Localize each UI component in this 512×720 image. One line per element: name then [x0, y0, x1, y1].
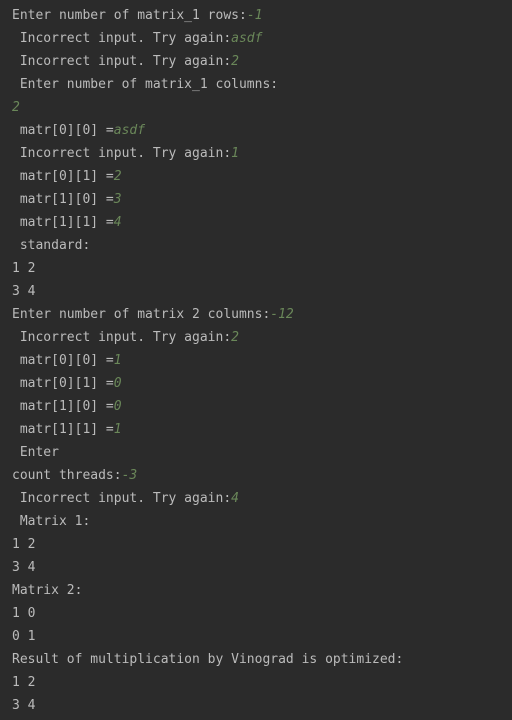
prompt-text: matr[0][0] = [12, 353, 114, 368]
prompt-text: Enter number of matrix_1 columns: [12, 77, 279, 92]
console-line: Incorrect input. Try again:1 [0, 142, 512, 165]
user-input-text: 3 [113, 192, 122, 207]
console-line: 3 4 [0, 694, 512, 717]
prompt-text: Incorrect input. Try again: [12, 491, 232, 506]
console-line: Result of multiplication by Vinograd is … [0, 648, 512, 671]
console-line: 3 4 [0, 556, 512, 579]
user-input-text: -1 [246, 8, 263, 23]
prompt-text: 1 0 [12, 606, 36, 621]
prompt-text: 1 2 [12, 675, 36, 690]
console-line: matr[1][1] =1 [0, 418, 512, 441]
console-line: Matrix 1: [0, 510, 512, 533]
console-line: Enter number of matrix 2 columns:-12 [0, 303, 512, 326]
console-line: matr[0][0] =asdf [0, 119, 512, 142]
prompt-text: Enter number of matrix_1 rows: [12, 8, 247, 23]
prompt-text: Incorrect input. Try again: [12, 330, 232, 345]
prompt-text: Matrix 1: [12, 514, 91, 529]
prompt-text: Enter number of matrix 2 columns: [12, 307, 271, 322]
console-line: matr[1][1] =4 [0, 211, 512, 234]
prompt-text: matr[1][0] = [12, 399, 114, 414]
console-line: count threads:-3 [0, 464, 512, 487]
prompt-text: 1 2 [12, 537, 36, 552]
console-line: matr[1][0] =3 [0, 188, 512, 211]
console-line: matr[0][1] =2 [0, 165, 512, 188]
prompt-text: Result of multiplication by Vinograd is … [12, 652, 404, 667]
prompt-text: Incorrect input. Try again: [12, 31, 232, 46]
user-input-text: 1 [113, 422, 122, 437]
prompt-text: matr[0][1] = [12, 376, 114, 391]
user-input-text: 4 [231, 491, 239, 506]
prompt-text: matr[0][0] = [12, 123, 114, 138]
prompt-text: Incorrect input. Try again: [12, 54, 232, 69]
prompt-text: Incorrect input. Try again: [12, 146, 232, 161]
user-input-text: 2 [113, 169, 122, 184]
prompt-text: Matrix 2: [12, 583, 83, 598]
user-input-text: 2 [231, 330, 239, 345]
console-line: 2 [0, 96, 512, 119]
prompt-text: 0 1 [12, 629, 36, 644]
console-line: Enter [0, 441, 512, 464]
prompt-text: count threads: [12, 468, 122, 483]
console-output[interactable]: Enter number of matrix_1 rows:-1 Incorre… [0, 0, 512, 720]
user-input-text: 1 [231, 146, 239, 161]
console-line: standard: [0, 234, 512, 257]
user-input-text: -3 [121, 468, 138, 483]
user-input-text: 0 [113, 399, 122, 414]
user-input-text: asdf [231, 31, 263, 46]
user-input-text: 4 [113, 215, 122, 230]
console-line: 0 1 [0, 625, 512, 648]
console-line: Matrix 2: [0, 579, 512, 602]
console-line: Incorrect input. Try again:2 [0, 326, 512, 349]
prompt-text: 1 2 [12, 261, 36, 276]
user-input-text: 2 [231, 54, 239, 69]
console-line: 1 2 [0, 257, 512, 280]
prompt-text: standard: [12, 238, 91, 253]
user-input-text: -12 [270, 307, 294, 322]
console-line: Incorrect input. Try again:2 [0, 50, 512, 73]
console-line: matr[0][1] =0 [0, 372, 512, 395]
prompt-text: 3 4 [12, 560, 36, 575]
console-line: 3 4 [0, 280, 512, 303]
prompt-text: Enter [12, 445, 59, 460]
console-line: Enter number of matrix_1 rows:-1 [0, 4, 512, 27]
user-input-text: 1 [113, 353, 122, 368]
console-line: 1 2 [0, 533, 512, 556]
console-line: 1 2 [0, 671, 512, 694]
prompt-text: matr[0][1] = [12, 169, 114, 184]
prompt-text: 3 4 [12, 284, 36, 299]
prompt-text: 3 4 [12, 698, 36, 713]
console-line: Incorrect input. Try again:asdf [0, 27, 512, 50]
user-input-text: 2 [12, 100, 20, 115]
console-line: Enter number of matrix_1 columns: [0, 73, 512, 96]
console-line: matr[0][0] =1 [0, 349, 512, 372]
console-line: 1 0 [0, 602, 512, 625]
prompt-text: matr[1][1] = [12, 215, 114, 230]
user-input-text: asdf [113, 123, 146, 138]
prompt-text: matr[1][1] = [12, 422, 114, 437]
user-input-text: 0 [113, 376, 122, 391]
console-line: Incorrect input. Try again:4 [0, 487, 512, 510]
prompt-text: matr[1][0] = [12, 192, 114, 207]
console-line: matr[1][0] =0 [0, 395, 512, 418]
